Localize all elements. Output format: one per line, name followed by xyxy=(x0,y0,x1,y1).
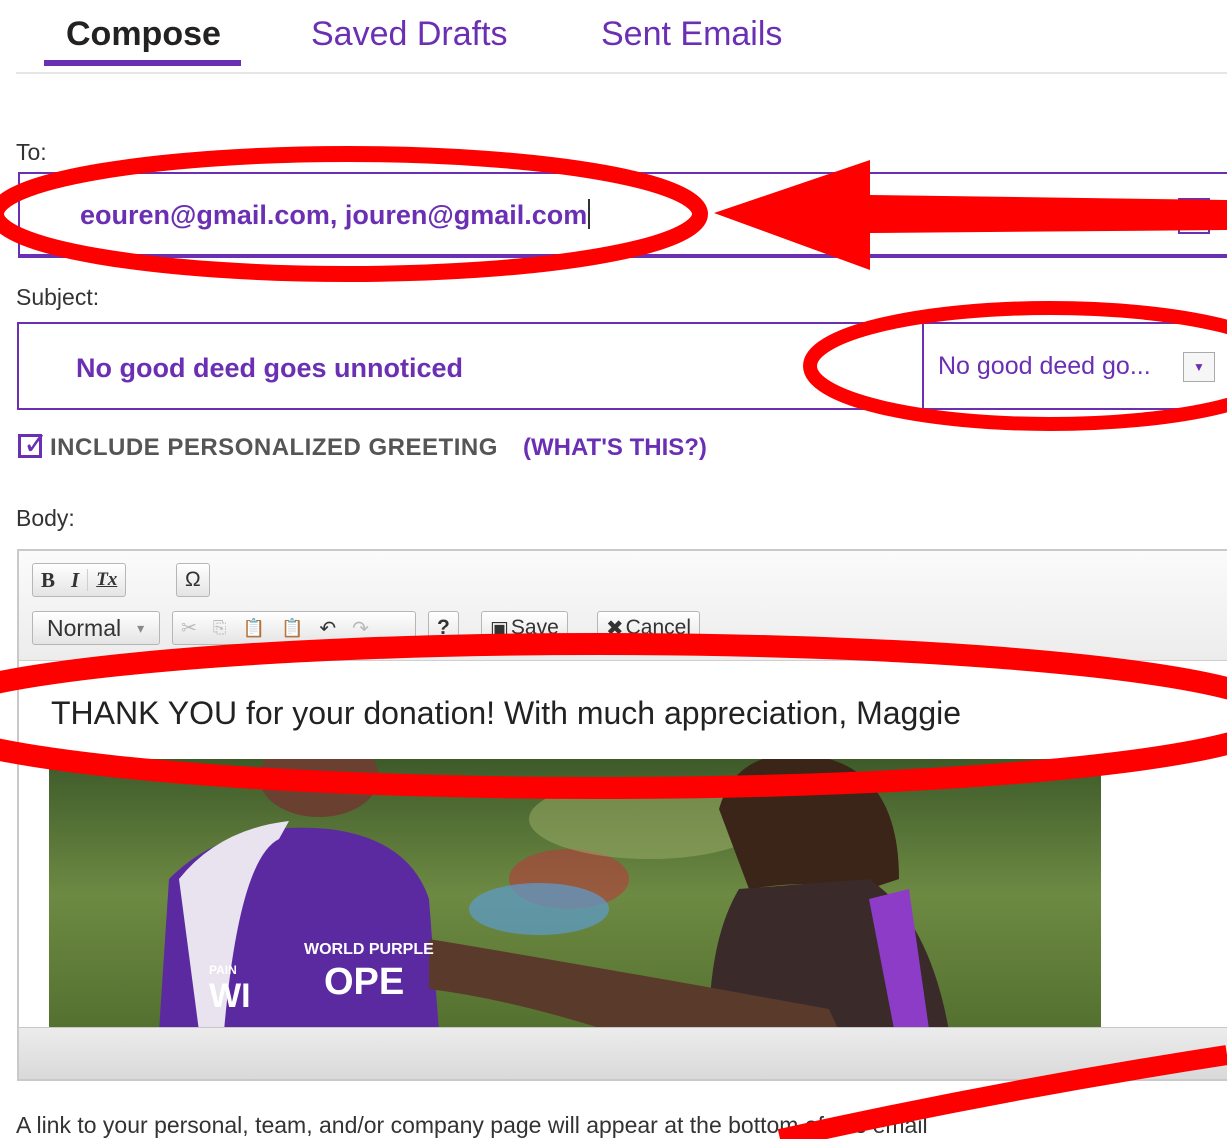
active-tab-indicator xyxy=(44,60,241,66)
body-label: Body: xyxy=(16,505,75,531)
tab-divider xyxy=(16,72,1227,74)
paste-text-icon[interactable]: 📋 xyxy=(273,612,311,644)
special-character-button[interactable]: Ω xyxy=(177,564,209,596)
triangle-down-icon[interactable]: ▼ xyxy=(1183,352,1215,382)
rich-text-editor: B I Tx Ω Normal ▾ ✂ ⎘ 📋 📋 ↶ ↷ ? ▣ Save ✖ xyxy=(17,549,1227,1081)
insert-group: Ω xyxy=(176,563,210,597)
text-caret xyxy=(588,199,591,229)
chevron-down-icon: ▾ xyxy=(137,619,145,636)
subject-template-selected: No good deed go... xyxy=(938,352,1151,380)
to-input-value[interactable]: eouren@gmail.com, jouren@gmail.com xyxy=(80,199,591,231)
to-label: To: xyxy=(16,139,47,165)
subject-input-value[interactable]: No good deed goes unnoticed xyxy=(76,353,463,384)
tab-compose[interactable]: Compose xyxy=(66,14,221,54)
shirt-text-line2: WI xyxy=(209,977,251,1015)
tab-sent-emails[interactable]: Sent Emails xyxy=(601,14,782,54)
clipboard-group: ✂ ⎘ 📋 📋 ↶ ↷ xyxy=(172,611,416,645)
help-button[interactable]: ? xyxy=(429,612,458,644)
body-text[interactable]: THANK YOU for your donation! With much a… xyxy=(51,695,961,732)
shirt-text-line3: OPE xyxy=(324,961,404,1003)
format-select[interactable]: Normal ▾ xyxy=(32,611,160,645)
editor-status-bar xyxy=(19,1027,1227,1079)
close-icon: ✖ xyxy=(606,616,624,640)
subject-template-select[interactable]: No good deed go... ▼ xyxy=(922,324,1227,408)
shirt-text-line1: WORLD PURPLE xyxy=(304,941,434,958)
greeting-checkbox[interactable]: ✓ xyxy=(18,428,48,461)
contact-picker-button[interactable] xyxy=(1178,198,1210,234)
cut-icon: ✂ xyxy=(181,617,197,639)
bold-button[interactable]: B xyxy=(33,564,63,596)
save-label: Save xyxy=(510,616,559,639)
cancel-button[interactable]: ✖ Cancel xyxy=(597,611,700,645)
whats-this-link[interactable]: (WHAT'S THIS?) xyxy=(523,434,707,462)
shirt-text-line4: PAIN xyxy=(209,963,237,977)
basic-styles-group: B I Tx xyxy=(32,563,127,597)
checkmark-icon: ✓ xyxy=(23,428,49,461)
save-icon: ▣ xyxy=(490,617,509,640)
remove-format-button[interactable]: Tx xyxy=(88,564,125,596)
footer-note: A link to your personal, team, and/or co… xyxy=(16,1112,928,1138)
redo-icon: ↷ xyxy=(352,617,369,640)
copy-icon: ⎘ xyxy=(212,618,227,637)
greeting-label: INCLUDE PERSONALIZED GREETING xyxy=(50,434,498,461)
photo-illustration: WORLD PURPLE PAIN WI OPE xyxy=(49,759,1101,1031)
paste-icon[interactable]: 📋 xyxy=(235,612,273,644)
subject-label: Subject: xyxy=(16,284,100,310)
italic-button[interactable]: I xyxy=(63,564,87,596)
help-group: ? xyxy=(428,611,459,645)
subject-field[interactable]: No good deed goes unnoticed No good deed… xyxy=(17,322,1227,410)
cancel-label: Cancel xyxy=(625,616,691,639)
undo-icon[interactable]: ↶ xyxy=(311,612,344,644)
tab-saved-drafts[interactable]: Saved Drafts xyxy=(311,14,508,54)
editor-content-area[interactable]: THANK YOU for your donation! With much a… xyxy=(19,661,1227,1031)
editor-toolbar: B I Tx Ω Normal ▾ ✂ ⎘ 📋 📋 ↶ ↷ ? ▣ Save ✖ xyxy=(19,551,1227,661)
format-select-value: Normal xyxy=(47,614,122,641)
save-button[interactable]: ▣ Save xyxy=(481,611,568,645)
tab-bar: Compose Saved Drafts Sent Emails xyxy=(0,0,1227,74)
relay-for-life-photo: WORLD PURPLE PAIN WI OPE xyxy=(49,759,1101,1031)
to-field[interactable]: eouren@gmail.com, jouren@gmail.com xyxy=(18,172,1227,258)
